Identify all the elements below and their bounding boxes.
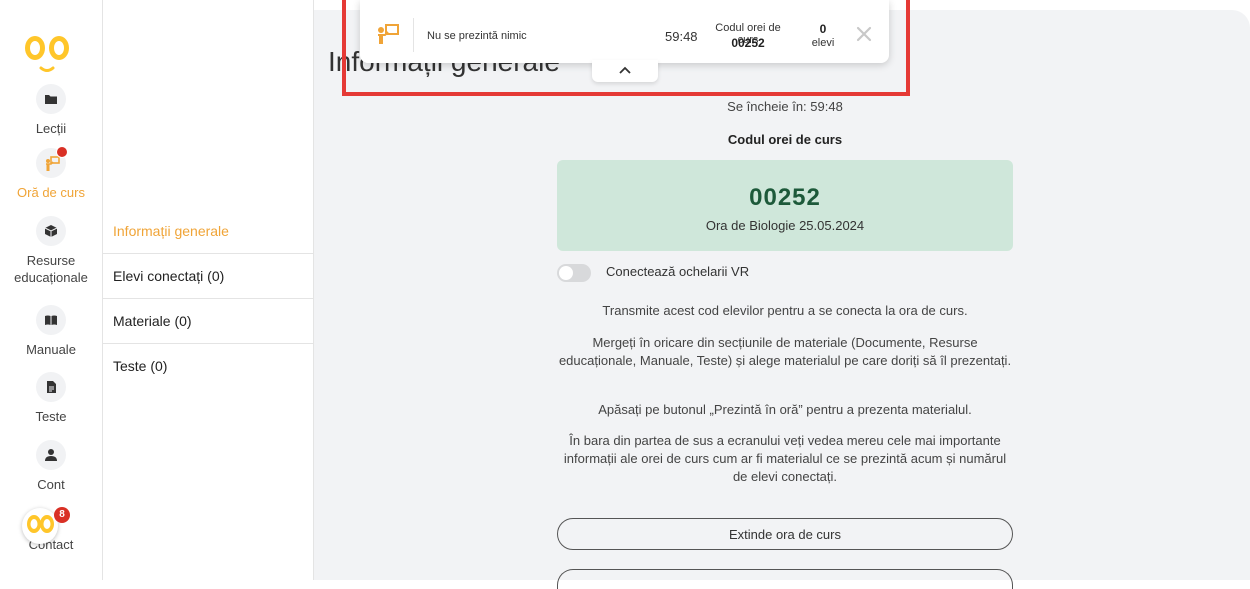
student-count: 0 — [819, 22, 827, 36]
teacher-board-icon — [36, 146, 68, 178]
app-logo — [25, 36, 69, 72]
lesson-name: Ora de Biologie 25.05.2024 — [705, 218, 865, 233]
folder-icon — [36, 84, 66, 114]
vr-glasses-toggle-label: Conectează ochelarii VR — [606, 264, 750, 279]
subnav-item-label: Informații generale — [113, 223, 229, 239]
instruction-text: În bara din partea de sus a ecranului ve… — [563, 433, 1007, 484]
nav-item-label: Cont — [37, 477, 65, 492]
close-icon[interactable] — [856, 26, 872, 42]
subnav-item-teste[interactable]: Teste (0) — [103, 344, 313, 388]
main-content: Informații generale Se încheie în: 59:48… — [314, 10, 1250, 589]
nav-item-manuale[interactable]: Manuale — [0, 305, 102, 358]
class-status-bar: Nu se prezintă nimic 59:48 Codul orei de… — [360, 0, 889, 63]
contact-notification-badge: 8 — [54, 507, 70, 523]
presenting-material-text: Nu se prezintă nimic — [427, 30, 527, 42]
nav-item-label: Lecții — [35, 121, 67, 136]
instruction-text: Transmite acest cod elevilor pentru a se… — [602, 303, 968, 318]
vr-glasses-toggle[interactable] — [557, 264, 591, 282]
chevron-up-icon — [619, 66, 631, 74]
remaining-time: 59:48 — [665, 29, 698, 44]
session-code-label: Codul orei de curs — [727, 132, 843, 147]
section-subnav: Informații generale Elevi conectați (0) … — [103, 0, 314, 580]
secondary-button[interactable] — [557, 569, 1013, 589]
session-ends-in: Se încheie în: 59:48 — [727, 99, 843, 114]
divider — [413, 18, 414, 52]
user-icon — [36, 440, 66, 470]
toggle-knob — [559, 266, 573, 280]
collapse-status-bar-button[interactable] — [592, 60, 658, 82]
left-rail: Lecții Oră de curs Resurse educaționale … — [0, 0, 103, 580]
subnav-item-elevi-conectati[interactable]: Elevi conectați (0) — [103, 254, 313, 299]
nav-item-label: Manuale — [26, 342, 76, 357]
subnav-item-label: Materiale (0) — [113, 313, 192, 329]
session-code-value: 00252 — [749, 184, 821, 211]
teacher-board-icon — [378, 24, 399, 44]
nav-item-label: Resurse educaționale — [14, 253, 88, 285]
nav-item-teste[interactable]: Teste — [0, 372, 102, 425]
class-code-value: 00252 — [731, 36, 765, 50]
contact-avatar[interactable] — [22, 508, 58, 544]
subnav-item-label: Teste (0) — [113, 358, 168, 374]
session-code-card: 00252 Ora de Biologie 25.05.2024 — [557, 160, 1013, 251]
subnav-item-informatii-generale[interactable]: Informații generale — [103, 209, 313, 254]
nav-item-cont[interactable]: Cont — [0, 440, 102, 493]
cube-icon — [36, 216, 66, 246]
nav-item-label: Teste — [35, 409, 67, 424]
nav-item-resurse-educationale[interactable]: Resurse educaționale — [0, 216, 102, 286]
subnav-item-label: Elevi conectați (0) — [113, 268, 225, 284]
contact-logo-icon — [27, 515, 54, 533]
book-icon — [36, 305, 66, 335]
notification-dot — [56, 146, 68, 158]
instruction-text: Apăsați pe butonul „Prezintă în oră” pen… — [598, 402, 972, 417]
subnav-item-materiale[interactable]: Materiale (0) — [103, 299, 313, 344]
nav-item-label: Oră de curs — [17, 185, 85, 200]
document-icon — [36, 372, 66, 402]
extend-class-button[interactable]: Extinde ora de curs — [557, 518, 1013, 550]
nav-item-lectii[interactable]: Lecții — [0, 84, 102, 137]
student-count-label: elevi — [811, 37, 835, 49]
instruction-text: Mergeți în oricare din secțiunile de mat… — [558, 335, 1012, 368]
nav-item-ora-de-curs[interactable]: Oră de curs — [0, 146, 102, 201]
